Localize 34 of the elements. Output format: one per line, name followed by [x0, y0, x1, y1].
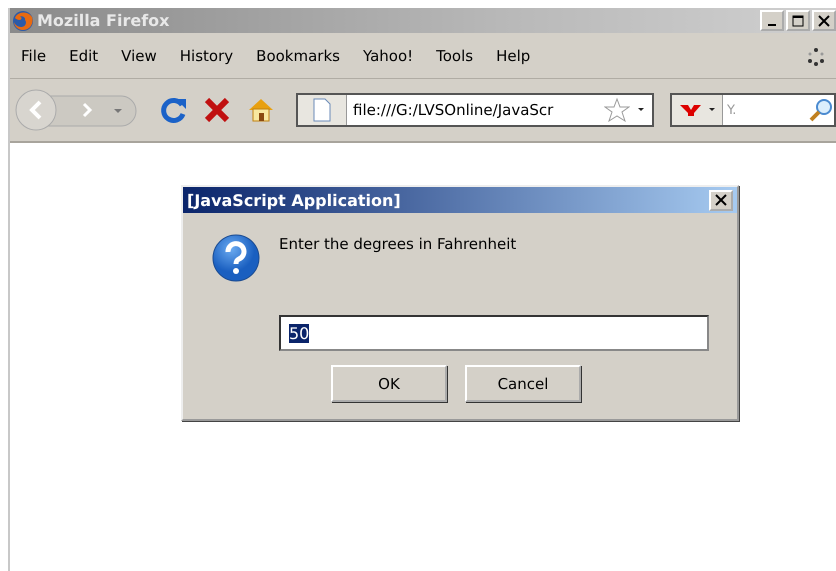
reload-icon	[158, 95, 188, 125]
bookmark-star-icon[interactable]	[604, 97, 630, 123]
close-button[interactable]	[812, 10, 836, 31]
stop-button[interactable]	[202, 95, 232, 125]
menu-item[interactable]: Bookmarks	[245, 46, 351, 64]
menu-item[interactable]: History	[168, 46, 244, 64]
cancel-button[interactable]: Cancel	[465, 365, 581, 402]
close-icon	[714, 194, 728, 206]
close-button[interactable]	[709, 190, 733, 210]
page-icon	[312, 98, 332, 122]
menu-item[interactable]: Help	[485, 46, 542, 64]
address-field[interactable]: file:///G:/LVSOnline/JavaScr	[296, 93, 654, 127]
dropdown-caret-icon	[708, 107, 716, 113]
firefox-logo-icon	[12, 10, 34, 32]
window-title: Mozilla Firefox	[37, 11, 170, 30]
menu-item[interactable]: File	[10, 46, 58, 64]
menu-item[interactable]: View	[110, 46, 168, 64]
close-icon	[818, 14, 830, 26]
search-icon[interactable]	[808, 97, 834, 123]
maximize-icon	[792, 14, 804, 26]
menu-item[interactable]: Yahoo!	[352, 46, 424, 64]
loading-spinner-icon	[806, 47, 826, 67]
menu-item[interactable]: Tools	[425, 46, 484, 64]
minimize-button[interactable]	[760, 10, 784, 31]
minimize-icon	[768, 24, 776, 26]
question-icon	[211, 233, 261, 283]
ok-button[interactable]: OK	[331, 365, 447, 402]
input-field[interactable]: 50	[279, 315, 709, 351]
menu-item[interactable]: Edit	[58, 46, 110, 64]
reload-button[interactable]	[158, 95, 188, 125]
maximize-button[interactable]	[786, 10, 810, 31]
prompt-message: Enter the degrees in Fahrenheit	[279, 235, 518, 255]
stop-icon	[202, 95, 232, 125]
dialog-title: [JavaScript Application]	[187, 190, 401, 210]
